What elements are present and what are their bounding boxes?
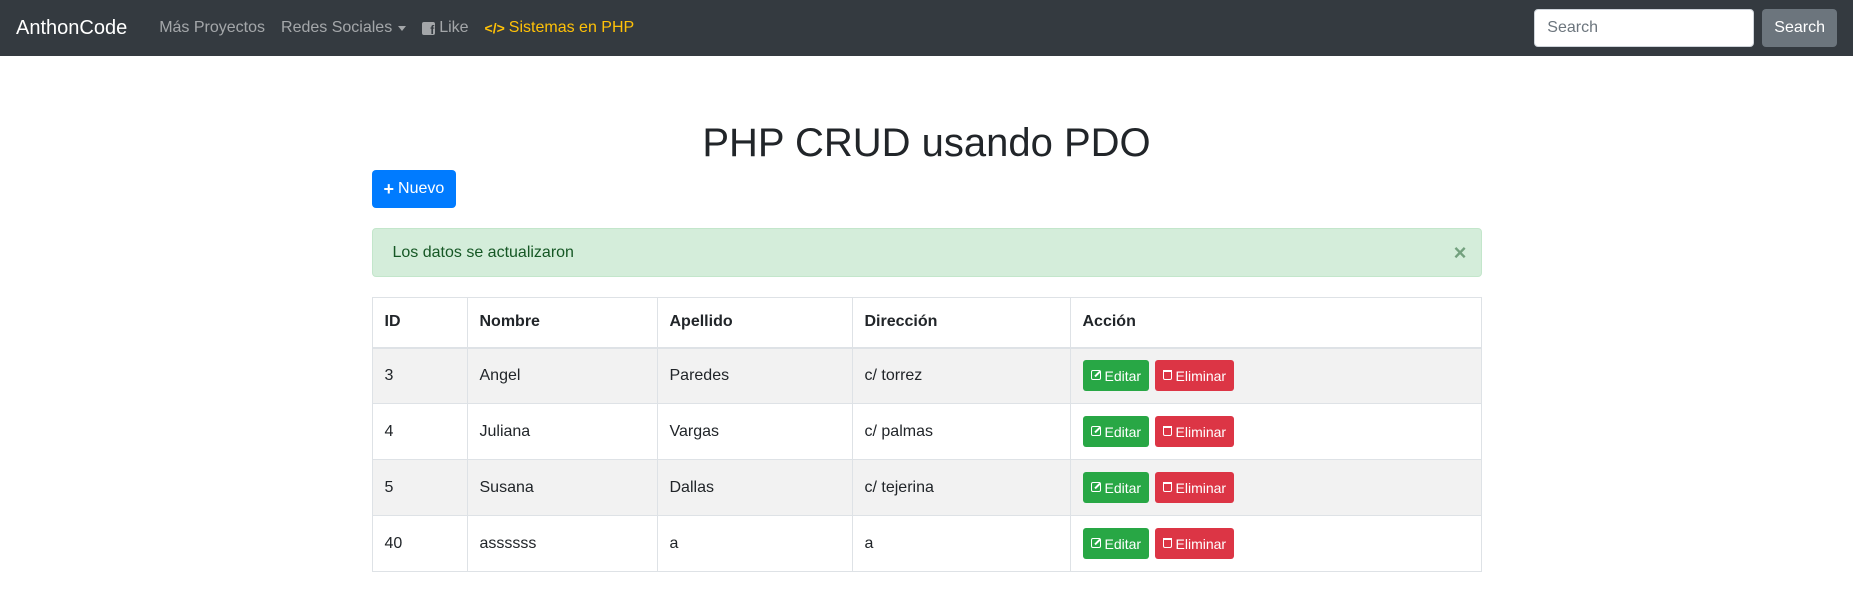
search-button[interactable]: Search [1762, 9, 1837, 47]
table-row: 3 Angel Paredes c/ torrez Editar Elimina… [371, 347, 1482, 404]
edit-button[interactable]: Editar [1082, 416, 1150, 447]
table-row: 5 Susana Dallas c/ tejerina Editar Elimi… [371, 459, 1482, 516]
delete-button[interactable]: Eliminar [1154, 472, 1235, 503]
cell-nombre: assssss [466, 515, 658, 572]
nav-link-label: Sistemas en PHP [508, 19, 635, 36]
delete-button[interactable]: Eliminar [1154, 528, 1235, 559]
search-input[interactable] [1534, 9, 1755, 47]
main-container: PHP CRUD usando PDO + Nuevo Los datos se… [371, 56, 1482, 572]
plus-icon: + [383, 179, 395, 199]
header-nombre: Nombre [466, 297, 658, 349]
cell-direccion: c/ tejerina [851, 459, 1071, 516]
nav-link-label: Redes Sociales [281, 19, 393, 36]
header-apellido: Apellido [656, 297, 853, 349]
nav-link-sistemas-php[interactable]: </> Sistemas en PHP [477, 19, 643, 37]
edit-button[interactable]: Editar [1082, 472, 1150, 503]
page-title: PHP CRUD usando PDO [702, 121, 1151, 165]
code-icon: </> [484, 20, 505, 36]
close-icon[interactable]: × [1454, 241, 1467, 264]
header-accion: Acción [1069, 297, 1482, 349]
trash-icon [1162, 425, 1172, 436]
delete-label: Eliminar [1175, 423, 1227, 440]
cell-apellido: Vargas [656, 403, 853, 460]
new-button-label: Nuevo [398, 180, 445, 197]
cell-id: 4 [371, 403, 468, 460]
cell-accion: Editar Eliminar [1069, 515, 1482, 572]
table-row: 40 assssss a a Editar Eliminar [371, 515, 1482, 572]
edit-icon [1090, 537, 1101, 548]
edit-label: Editar [1104, 479, 1142, 496]
edit-icon [1090, 481, 1101, 492]
delete-label: Eliminar [1175, 479, 1227, 496]
nav-link-like[interactable]: Like [414, 19, 476, 37]
brand-link[interactable]: AnthonCode [16, 17, 127, 40]
records-table: ID Nombre Apellido Dirección Acción 3 An… [371, 297, 1482, 572]
cell-id: 40 [371, 515, 468, 572]
cell-nombre: Angel [466, 347, 658, 404]
table-row: 4 Juliana Vargas c/ palmas Editar Elimin… [371, 403, 1482, 460]
delete-label: Eliminar [1175, 367, 1227, 384]
new-button[interactable]: + Nuevo [371, 170, 457, 208]
cell-direccion: c/ palmas [851, 403, 1071, 460]
edit-icon [1090, 369, 1101, 380]
edit-icon [1090, 425, 1101, 436]
edit-label: Editar [1104, 423, 1142, 440]
cell-accion: Editar Eliminar [1069, 403, 1482, 460]
trash-icon [1162, 481, 1172, 492]
cell-accion: Editar Eliminar [1069, 459, 1482, 516]
alert-message: Los datos se actualizaron [392, 243, 574, 261]
trash-icon [1162, 369, 1172, 380]
nav-link-mas-proyectos[interactable]: Más Proyectos [151, 19, 273, 37]
cell-apellido: Dallas [656, 459, 853, 516]
search-form: Search [1534, 9, 1837, 47]
cell-apellido: a [656, 515, 853, 572]
table-header-row: ID Nombre Apellido Dirección Acción [371, 297, 1482, 349]
trash-icon [1162, 537, 1172, 548]
delete-label: Eliminar [1175, 535, 1227, 552]
cell-accion: Editar Eliminar [1069, 347, 1482, 404]
edit-label: Editar [1104, 535, 1142, 552]
cell-direccion: c/ torrez [851, 347, 1071, 404]
nav-dropdown-redes-sociales[interactable]: Redes Sociales [273, 19, 414, 37]
edit-button[interactable]: Editar [1082, 360, 1150, 392]
edit-label: Editar [1104, 367, 1142, 384]
facebook-icon [422, 21, 436, 37]
delete-button[interactable]: Eliminar [1154, 360, 1235, 392]
cell-nombre: Susana [466, 459, 658, 516]
delete-button[interactable]: Eliminar [1154, 416, 1235, 447]
edit-button[interactable]: Editar [1082, 528, 1150, 559]
cell-direccion: a [851, 515, 1071, 572]
cell-nombre: Juliana [466, 403, 658, 460]
caret-down-icon [398, 25, 407, 31]
cell-apellido: Paredes [656, 347, 853, 404]
header-id: ID [371, 297, 468, 349]
cell-id: 3 [371, 347, 468, 404]
top-navbar: AnthonCode Más Proyectos Redes Sociales … [0, 0, 1853, 56]
nav-link-label: Más Proyectos [159, 19, 266, 36]
nav-link-label: Like [439, 19, 469, 36]
nav-links: Más Proyectos Redes Sociales Like </> Si… [151, 19, 642, 37]
header-direccion: Dirección [851, 297, 1071, 349]
cell-id: 5 [371, 459, 468, 516]
success-alert: Los datos se actualizaron × [371, 228, 1482, 277]
